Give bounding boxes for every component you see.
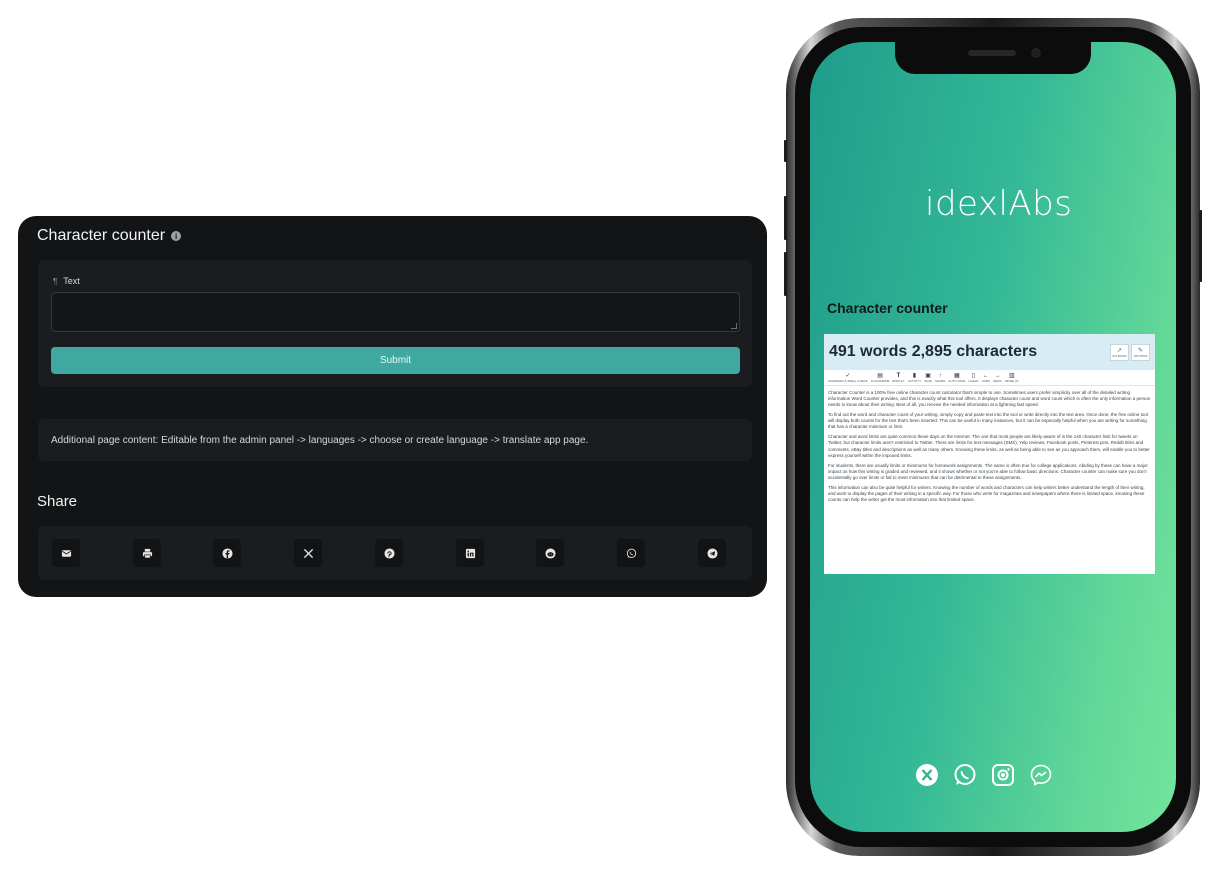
toolbar-autosave-label: AUTO-SAVE (948, 379, 966, 383)
share-linkedin-button[interactable] (456, 539, 484, 567)
share-whatsapp-button[interactable] (617, 539, 645, 567)
toolbar-autosave[interactable]: ▦ AUTO-SAVE (948, 372, 965, 383)
wrench-icon: ✎ (1137, 347, 1144, 354)
preview-paragraph: To find out the word and character count… (828, 412, 1148, 430)
submit-button[interactable]: Submit (51, 347, 740, 374)
character-counter-card: Character counter i ¶ Text Submit Additi… (18, 216, 767, 597)
instagram-icon[interactable] (991, 763, 1015, 787)
text-input[interactable] (51, 292, 740, 332)
check-icon: ✓ (845, 373, 851, 379)
text-field-label: ¶ Text (53, 276, 80, 286)
save-icon: ▣ (925, 373, 931, 379)
additional-content-text: Additional page content: Editable from t… (51, 434, 589, 446)
toolbar-redo[interactable]: → REDO (993, 373, 1002, 383)
preview-toolbar: ✓ GRAMMAR & SPELL CHECK ▤ PLAGIARISM T DISP… (824, 370, 1155, 386)
toolbar-redo-label: REDO (993, 378, 1002, 383)
preview-paragraph: For students, there are usually limits o… (828, 462, 1148, 480)
document-icon: ▤ (877, 373, 883, 379)
preview-text[interactable]: Character Counter is a 100% free online … (824, 386, 1155, 511)
toolbar-plagiarism[interactable]: ▤ PLAGIARISM (871, 372, 889, 383)
envelope-icon (61, 549, 71, 557)
volume-up-button (784, 196, 787, 240)
resize-handle[interactable] (731, 323, 737, 329)
share-panel (38, 526, 752, 580)
options-button[interactable]: ✎ OPTIONS (1131, 343, 1150, 361)
share-telegram-button[interactable] (698, 539, 726, 567)
toolbar-grammar[interactable]: ✓ GRAMMAR & SPELL CHECK (828, 372, 868, 383)
pinterest-icon (383, 547, 395, 559)
toolbar-display[interactable]: T DISPLAY (892, 373, 904, 383)
page-title: Character counter i (37, 227, 182, 245)
grid-icon: ▥ (1008, 373, 1015, 379)
reddit-icon (544, 547, 556, 559)
toolbar-clear-label: CLEAR (968, 379, 979, 383)
page-title-text: Character counter (37, 227, 166, 244)
trash-icon: ▯ (971, 373, 976, 379)
form-panel: ¶ Text Submit (38, 260, 752, 387)
x-icon (303, 548, 313, 558)
toolbar-more[interactable]: ▥ MORE (3) (1005, 372, 1019, 383)
print-icon (142, 548, 152, 558)
messenger-icon[interactable] (1029, 763, 1053, 787)
share-pinterest-button[interactable] (375, 539, 403, 567)
character-counter-preview: 491 words 2,895 characters ↗ GO BASIC ✎ … (824, 334, 1155, 574)
preview-header: 491 words 2,895 characters ↗ GO BASIC ✎ … (824, 334, 1155, 370)
toolbar-save-label: SAVE (924, 379, 932, 383)
preview-header-buttons: ↗ GO BASIC ✎ OPTIONS (1110, 343, 1150, 361)
mute-switch (784, 140, 787, 162)
x-icon[interactable] (915, 763, 939, 787)
social-links (915, 763, 1060, 789)
share-email-button[interactable] (52, 539, 80, 567)
share-print-button[interactable] (133, 539, 161, 567)
brand-logo: idexlAbs (925, 184, 1073, 224)
preview-paragraph: This information can also be quite helpf… (828, 484, 1145, 502)
toolbar-activity[interactable]: ▮ ACTIVITY (908, 372, 922, 383)
go-basic-button[interactable]: ↗ GO BASIC (1110, 343, 1129, 361)
share-facebook-button[interactable] (213, 539, 241, 567)
share-reddit-button[interactable] (536, 539, 564, 567)
share-heading: Share (37, 493, 78, 510)
preview-paragraph: Character Counter is a 100% free online … (828, 390, 1151, 408)
options-label: OPTIONS (1133, 353, 1148, 358)
word-character-count: 491 words 2,895 characters (829, 343, 1038, 360)
toolbar-plagiarism-label: PLAGIARISM (870, 379, 890, 383)
toolbar-save[interactable]: ▣ SAVE (924, 372, 932, 383)
whatsapp-icon (626, 548, 636, 558)
share-x-button[interactable] (294, 539, 322, 567)
autosave-icon: ▦ (954, 373, 960, 379)
toolbar-grammar-label: GRAMMAR & SPELL CHECK (828, 379, 868, 383)
facebook-icon (221, 547, 233, 559)
toolbar-activity-label: ACTIVITY (907, 379, 922, 383)
toolbar-share-label: SHARE (935, 378, 946, 383)
toolbar-undo[interactable]: ← UNDO (981, 373, 990, 383)
external-link-icon: ↗ (1116, 347, 1123, 354)
whatsapp-icon[interactable] (953, 763, 977, 787)
toolbar-more-label: MORE (3) (1004, 379, 1019, 383)
volume-down-button (784, 252, 787, 296)
toolbar-display-label: DISPLAY (892, 378, 905, 383)
bar-chart-icon: ▮ (912, 373, 917, 379)
linkedin-icon (465, 548, 475, 558)
telegram-icon (706, 547, 718, 559)
toolbar-undo-label: UNDO (981, 378, 991, 383)
paragraph-icon: ¶ (53, 276, 58, 286)
front-camera (1031, 48, 1041, 58)
speaker-grille (968, 50, 1016, 56)
phone-notch (895, 42, 1091, 74)
text-field-label-text: Text (63, 276, 80, 286)
phone-page-title: Character counter (827, 300, 948, 316)
info-icon[interactable]: i (171, 231, 182, 241)
preview-paragraph: Character and word limits are quite comm… (828, 434, 1150, 458)
power-button (1199, 210, 1202, 282)
go-basic-label: GO BASIC (1112, 353, 1127, 358)
toolbar-share[interactable]: ↑ SHARE (935, 373, 945, 383)
toolbar-clear[interactable]: ▯ CLEAR (968, 372, 978, 383)
additional-content-panel: Additional page content: Editable from t… (38, 419, 752, 461)
